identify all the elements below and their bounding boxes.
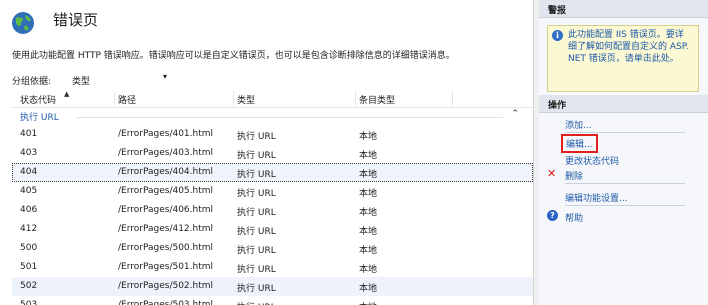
- cell-type: 执行 URL: [237, 300, 276, 305]
- cell-entry-type: 本地: [359, 284, 378, 294]
- group-by-select[interactable]: 类型: [72, 74, 90, 87]
- cell-status-code: 502: [20, 281, 38, 291]
- cell-entry-type: 本地: [359, 300, 377, 305]
- cell-path: /ErrorPages/406.html: [118, 205, 214, 215]
- add-action[interactable]: 添加...: [565, 118, 592, 131]
- group-name: 执行 URL: [20, 113, 59, 123]
- group-divider: [76, 117, 503, 118]
- cell-status-code: 405: [20, 186, 38, 196]
- alert-link[interactable]: 此功能配置 IIS 错误页。要详细了解如何配置自定义的 ASP.NET 错误页，…: [568, 29, 692, 65]
- alerts-header: 警报: [539, 0, 708, 18]
- column-divider[interactable]: [114, 91, 115, 106]
- cell-entry-type: 本地: [359, 132, 378, 142]
- cell-status-code: 403: [20, 148, 38, 158]
- column-header-path[interactable]: 路径: [118, 93, 136, 106]
- column-divider[interactable]: [355, 91, 356, 106]
- column-divider[interactable]: [452, 91, 453, 106]
- cell-status-code: 406: [20, 205, 38, 215]
- column-header-entry-type[interactable]: 条目类型: [359, 93, 395, 106]
- cell-path: /ErrorPages/403.html: [118, 148, 214, 158]
- cell-status-code: 503: [20, 300, 38, 305]
- cell-type: 执行 URL: [237, 151, 276, 161]
- cell-type: 执行 URL: [237, 265, 276, 275]
- table-row[interactable]: 500/ErrorPages/500.html 执行 URL 本地: [12, 239, 533, 258]
- delete-icon: ✕: [547, 167, 557, 180]
- column-header-status-code[interactable]: 状态代码: [20, 93, 56, 106]
- cell-type: 执行 URL: [237, 284, 276, 294]
- table-row[interactable]: 412/ErrorPages/412.html 执行 URL 本地: [12, 220, 533, 239]
- cell-type: 执行 URL: [237, 170, 276, 180]
- table-row[interactable]: 404/ErrorPages/404.html 执行 URL 本地: [12, 163, 533, 182]
- cell-entry-type: 本地: [359, 227, 378, 237]
- group-header-execute-url[interactable]: 执行 URL ⌃: [12, 108, 533, 125]
- cell-entry-type: 本地: [359, 189, 378, 199]
- cell-status-code: 412: [20, 224, 38, 234]
- column-divider[interactable]: [233, 91, 234, 106]
- cell-status-code: 501: [20, 262, 38, 272]
- change-status-code-action[interactable]: 更改状态代码: [565, 154, 619, 167]
- cell-path: /ErrorPages/500.html: [118, 243, 214, 253]
- cell-entry-type: 本地: [359, 151, 378, 161]
- error-pages-table: 状态代码 ▲ 路径 类型 条目类型 执行 URL ⌃ 401/ErrorPage…: [12, 90, 533, 305]
- info-icon: i: [552, 30, 563, 41]
- dropdown-arrow-icon[interactable]: ▾: [163, 72, 167, 81]
- table-header: 状态代码 ▲ 路径 类型 条目类型: [12, 90, 533, 108]
- cell-status-code: 500: [20, 243, 38, 253]
- actions-header: 操作: [539, 95, 708, 113]
- collapse-chevron-icon[interactable]: ⌃: [511, 109, 519, 119]
- cell-type: 执行 URL: [237, 189, 276, 199]
- table-row[interactable]: 403/ErrorPages/403.html 执行 URL 本地: [12, 144, 533, 163]
- cell-path: /ErrorPages/503.html: [118, 300, 214, 305]
- cell-path: /ErrorPages/412.html: [118, 224, 214, 234]
- group-by-bar: 分组依据: 类型 ▾: [12, 71, 533, 88]
- delete-action[interactable]: 删除: [565, 169, 583, 182]
- action-divider: [565, 205, 685, 206]
- help-icon: ?: [547, 210, 558, 221]
- sort-ascending-icon: ▲: [64, 90, 70, 98]
- table-row[interactable]: 503/ErrorPages/503.html 执行 URL 本地: [12, 296, 533, 305]
- table-row[interactable]: 405/ErrorPages/405.html 执行 URL 本地: [12, 182, 533, 201]
- action-divider: [565, 183, 685, 184]
- cell-type: 执行 URL: [237, 227, 276, 237]
- main-panel: 错误页 使用此功能配置 HTTP 错误响应。错误响应可以是自定义错误页，也可以是…: [0, 0, 533, 305]
- cell-path: /ErrorPages/501.html: [118, 262, 214, 272]
- action-divider: [565, 132, 685, 133]
- table-row[interactable]: 406/ErrorPages/406.html 执行 URL 本地: [12, 201, 533, 220]
- cell-entry-type: 本地: [359, 170, 378, 180]
- feature-description: 使用此功能配置 HTTP 错误响应。错误响应可以是自定义错误页，也可以是包含诊断…: [12, 51, 455, 61]
- edit-action[interactable]: 编辑...: [561, 134, 598, 153]
- cell-entry-type: 本地: [359, 246, 378, 256]
- cell-status-code: 401: [20, 129, 38, 139]
- cell-path: /ErrorPages/502.html: [118, 281, 214, 291]
- error-pages-icon: [12, 12, 34, 34]
- help-action[interactable]: 帮助: [565, 211, 583, 224]
- table-row[interactable]: 502/ErrorPages/502.html 执行 URL 本地: [12, 277, 533, 296]
- page-title: 错误页: [53, 11, 99, 29]
- table-row[interactable]: 501/ErrorPages/501.html 执行 URL 本地: [12, 258, 533, 277]
- column-header-type[interactable]: 类型: [237, 93, 255, 106]
- edit-feature-settings-action[interactable]: 编辑功能设置...: [565, 191, 628, 204]
- cell-path: /ErrorPages/404.html: [118, 167, 214, 177]
- cell-type: 执行 URL: [237, 208, 276, 218]
- cell-path: /ErrorPages/401.html: [118, 129, 214, 139]
- cell-type: 执行 URL: [237, 132, 276, 142]
- cell-status-code: 404: [20, 167, 38, 177]
- cell-entry-type: 本地: [359, 208, 378, 218]
- cell-entry-type: 本地: [359, 265, 378, 275]
- alert-box: i 此功能配置 IIS 错误页。要详细了解如何配置自定义的 ASP.NET 错误…: [547, 25, 699, 92]
- group-by-label: 分组依据:: [12, 77, 52, 87]
- cell-type: 执行 URL: [237, 246, 276, 256]
- actions-pane: 警报 i 此功能配置 IIS 错误页。要详细了解如何配置自定义的 ASP.NET…: [539, 0, 708, 305]
- table-row[interactable]: 401/ErrorPages/401.html 执行 URL 本地: [12, 125, 533, 144]
- cell-path: /ErrorPages/405.html: [118, 186, 214, 196]
